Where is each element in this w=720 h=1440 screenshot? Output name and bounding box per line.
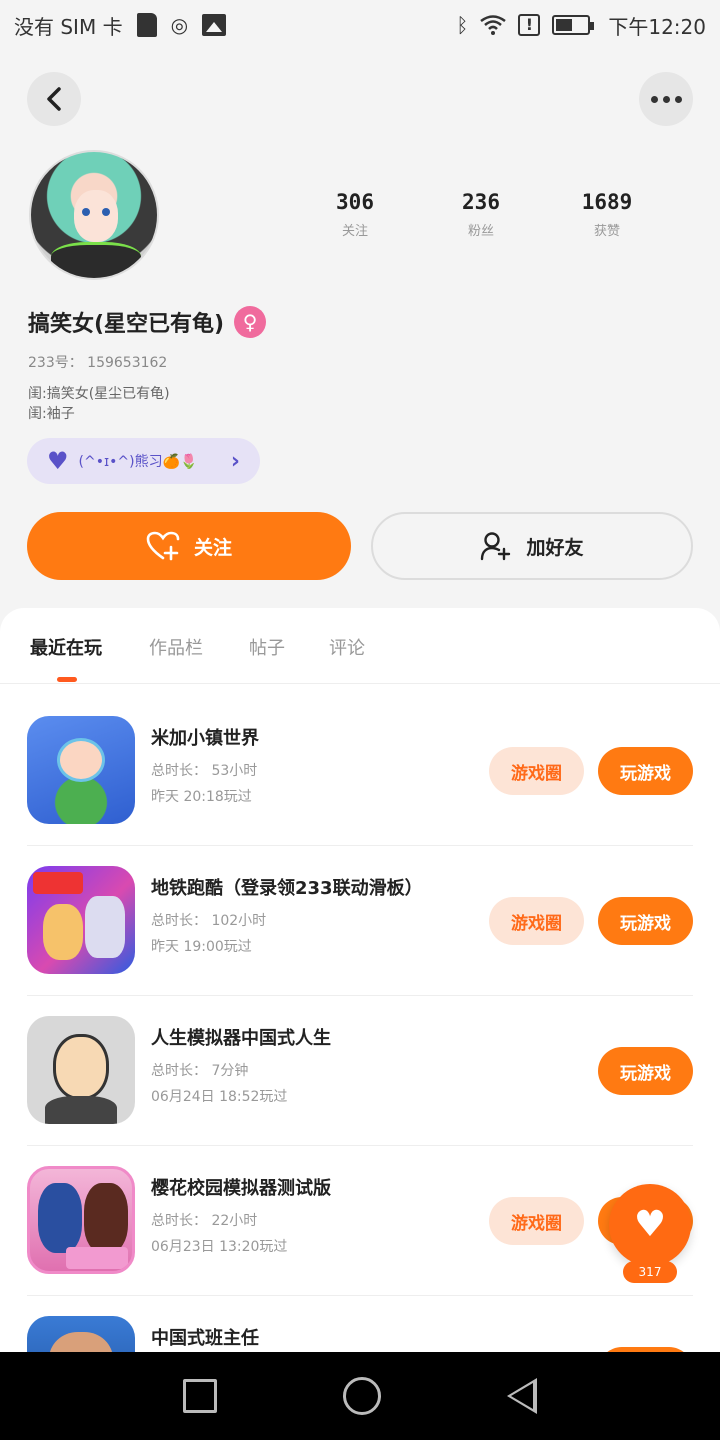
add-friend-label: 加好友 [526, 536, 584, 559]
female-gender-icon: ♀ [234, 306, 267, 338]
name-row: 搞笑女(星空已有龟) ♀ [28, 306, 267, 338]
game-circle-button[interactable]: 游戏圈 [489, 1197, 584, 1245]
user-id: 233号： 159653162 [28, 355, 168, 371]
game-last-played: 06月23日 13:20玩过 [151, 1239, 288, 1255]
fans-label: 粉丝 [467, 224, 494, 239]
back-triangle-icon[interactable] [507, 1378, 537, 1414]
tab-comments[interactable]: 评论 [329, 634, 365, 660]
bio: 闺:搞笑女(星尘已有龟) 闺:袖子 [28, 384, 170, 424]
system-nav-bar [0, 1352, 720, 1440]
like-fab-button[interactable]: ♥ [609, 1184, 691, 1266]
fans-stat[interactable]: 236 粉丝 [431, 190, 531, 239]
more-dots-icon [650, 95, 682, 103]
tab-posts[interactable]: 帖子 [249, 634, 285, 660]
wifi-icon [480, 15, 507, 35]
add-friend-button[interactable]: 加好友 [371, 512, 693, 580]
chevron-right-icon: › [230, 448, 240, 474]
following-count: 306 [336, 190, 374, 214]
game-icon[interactable] [27, 716, 135, 824]
following-label: 关注 [341, 224, 368, 239]
game-name: 人生模拟器中国式人生 [151, 1028, 331, 1049]
likes-count: 1689 [581, 190, 633, 214]
profile-tag-pill[interactable]: ♥ (^•ɪ•^)熊习🍊🌷 › [27, 438, 260, 484]
following-stat[interactable]: 306 关注 [305, 190, 405, 239]
game-last-played: 06月24日 18:52玩过 [151, 1089, 288, 1105]
home-icon[interactable] [343, 1377, 381, 1415]
heart-plus-icon [146, 531, 180, 561]
game-duration: 总时长： 102小时 [151, 913, 267, 929]
tag-text: (^•ɪ•^)熊习🍊🌷 [78, 454, 198, 470]
back-button[interactable] [27, 72, 81, 126]
more-options-button[interactable] [639, 72, 693, 126]
fans-count: 236 [462, 190, 500, 214]
user-name: 搞笑女(星空已有龟) [28, 312, 225, 337]
sim-card-icon [136, 13, 157, 37]
game-circle-button[interactable]: 游戏圈 [489, 897, 584, 945]
game-row[interactable]: 米加小镇世界 总时长： 53小时 昨天 20:18玩过 游戏圈 玩游戏 [27, 696, 693, 846]
image-icon [202, 14, 227, 36]
game-duration: 总时长： 22小时 [151, 1213, 258, 1229]
game-last-played: 昨天 19:00玩过 [151, 939, 252, 955]
follow-button[interactable]: 关注 [27, 512, 351, 580]
bio-line: 闺:搞笑女(星尘已有龟) [28, 386, 170, 402]
clock-text: 下午12:20 [608, 14, 706, 39]
alert-icon: ! [518, 14, 541, 36]
carrier-text: 没有 SIM 卡 [14, 14, 123, 39]
battery-icon [552, 15, 595, 35]
game-icon[interactable] [27, 1166, 135, 1274]
play-game-button[interactable]: 玩游戏 [598, 747, 693, 795]
play-game-button[interactable]: 玩游戏 [598, 1047, 693, 1095]
game-meta: 总时长： 102小时 昨天 19:00玩过 [151, 908, 266, 960]
tab-bar: 最近在玩 作品栏 帖子 评论 [0, 608, 720, 684]
game-name: 米加小镇世界 [151, 728, 259, 749]
chevron-left-icon [47, 87, 61, 111]
tab-works[interactable]: 作品栏 [149, 634, 203, 660]
game-duration: 总时长： 7分钟 [151, 1063, 249, 1079]
game-duration: 总时长： 53小时 [151, 763, 258, 779]
follow-label: 关注 [193, 536, 232, 559]
likes-stat[interactable]: 1689 获赞 [557, 190, 657, 239]
tab-recent-play[interactable]: 最近在玩 [30, 634, 102, 660]
tab-indicator [57, 677, 77, 682]
likes-label: 获赞 [593, 224, 620, 239]
bio-line: 闺:袖子 [28, 406, 75, 422]
game-last-played: 昨天 20:18玩过 [151, 789, 252, 805]
bluetooth-icon: ᛒ [456, 13, 469, 37]
game-meta: 总时长： 22小时 06月23日 13:20玩过 [151, 1208, 287, 1260]
game-icon[interactable] [27, 1316, 135, 1352]
game-name: 樱花校园模拟器测试版 [151, 1178, 331, 1199]
recents-icon[interactable] [183, 1379, 217, 1413]
status-bar: 没有 SIM 卡 ◎ ᛒ ! 下午12:20 [0, 0, 720, 50]
game-meta: 总时长： 53小时 昨天 20:18玩过 [151, 758, 257, 810]
location-icon: ◎ [170, 13, 189, 37]
game-name: 中国式班主任 [151, 1328, 259, 1349]
game-row[interactable]: 樱花校园模拟器测试版 总时长： 22小时 06月23日 13:20玩过 游戏圈 … [27, 1146, 693, 1296]
heart-icon: ♥ [633, 1204, 667, 1245]
game-row[interactable]: 地铁跑酷（登录领233联动滑板） 总时长： 102小时 昨天 19:00玩过 游… [27, 846, 693, 996]
heart-icon: ♥ [47, 447, 69, 475]
game-meta: 总时长： 7分钟 06月24日 18:52玩过 [151, 1058, 287, 1110]
add-user-icon [481, 532, 511, 561]
game-circle-button[interactable]: 游戏圈 [489, 747, 584, 795]
game-icon[interactable] [27, 1016, 135, 1124]
game-row[interactable]: 中国式班主任 玩游戏 [27, 1296, 693, 1352]
like-count-badge: 317 [623, 1261, 677, 1283]
avatar[interactable] [29, 150, 159, 280]
play-game-button[interactable]: 玩游戏 [598, 897, 693, 945]
game-row[interactable]: 人生模拟器中国式人生 总时长： 7分钟 06月24日 18:52玩过 玩游戏 [27, 996, 693, 1146]
game-icon[interactable] [27, 866, 135, 974]
game-name: 地铁跑酷（登录领233联动滑板） [151, 878, 423, 899]
